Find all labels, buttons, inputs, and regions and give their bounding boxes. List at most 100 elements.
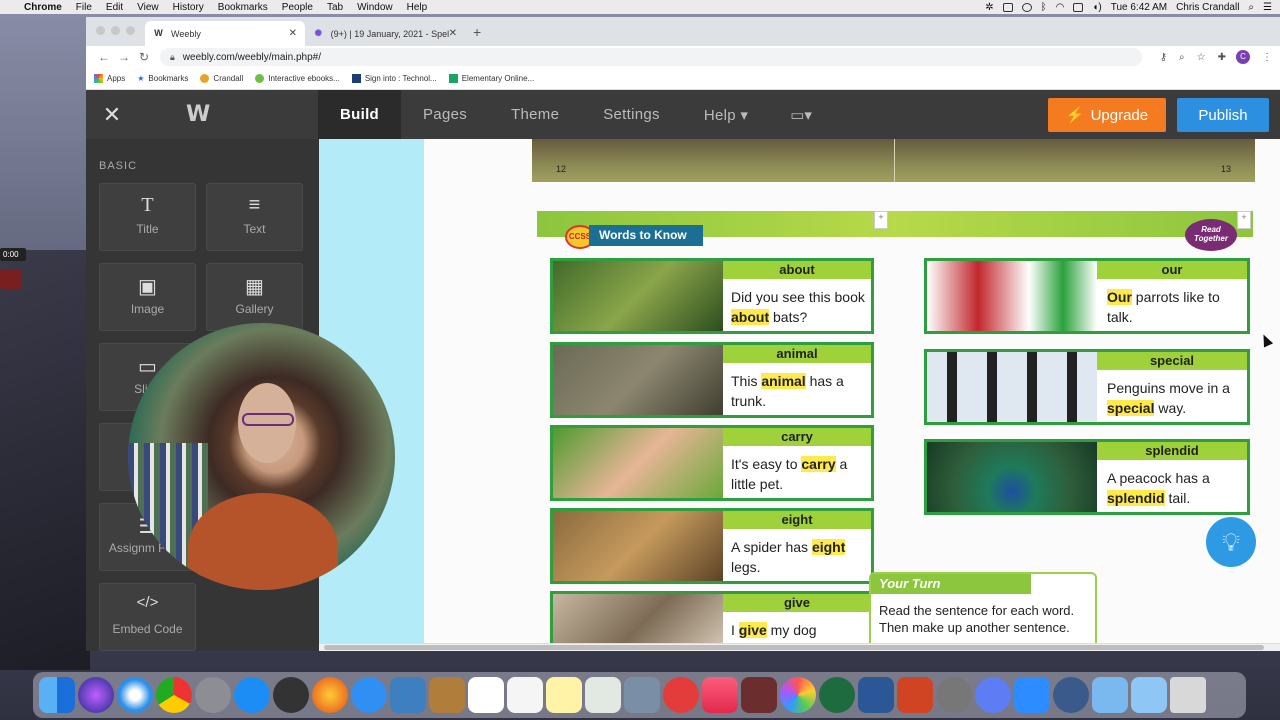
device-preview-icon[interactable]: ▭▾: [770, 106, 832, 124]
photo-booth-icon[interactable]: [741, 677, 777, 713]
weebly-logo-icon[interactable]: W: [138, 102, 318, 127]
gear-status-icon[interactable]: ✲: [985, 2, 993, 13]
clock-text[interactable]: Tue 6:42 AM: [1111, 2, 1167, 13]
card-sentence: Did you see this book about bats?: [731, 289, 865, 325]
close-editor-icon[interactable]: ✕: [86, 102, 138, 128]
notebook-icon[interactable]: [429, 677, 465, 713]
word-icon[interactable]: [858, 677, 894, 713]
bookmark-apps[interactable]: Apps: [94, 74, 125, 83]
bookmark-bookmarks[interactable]: ★ Bookmarks: [137, 74, 188, 83]
menu-view[interactable]: View: [137, 2, 159, 13]
calendar-icon[interactable]: [468, 677, 504, 713]
menu-window[interactable]: Window: [357, 2, 393, 13]
record-stop-button[interactable]: [0, 269, 22, 289]
url-field[interactable]: 🔒︎ weebly.com/weebly/main.php#/: [160, 48, 1142, 66]
bluetooth-icon[interactable]: ᛒ: [1041, 2, 1047, 13]
close-tab-icon[interactable]: ✕: [449, 28, 457, 39]
screen-recorder-icon[interactable]: [975, 677, 1011, 713]
maps-icon[interactable]: [585, 677, 621, 713]
menu-help[interactable]: Help: [407, 2, 428, 13]
nav-help[interactable]: Help ▾: [682, 90, 770, 139]
trash-icon[interactable]: [1170, 677, 1206, 713]
firefox-icon[interactable]: [312, 677, 348, 713]
menu-chrome[interactable]: Chrome: [24, 2, 62, 13]
profile-avatar[interactable]: C: [1236, 50, 1250, 64]
more-menu-icon[interactable]: ⋮: [1262, 52, 1272, 63]
app-status-icon[interactable]: [1002, 2, 1013, 12]
menu-edit[interactable]: Edit: [106, 2, 123, 13]
reminders-icon[interactable]: [507, 677, 543, 713]
zoom-icon[interactable]: [1014, 677, 1050, 713]
preview-icon[interactable]: [390, 677, 426, 713]
control-center-icon[interactable]: ☰: [1263, 2, 1272, 13]
element-title[interactable]: T Title: [99, 183, 196, 251]
menu-people[interactable]: People: [282, 2, 313, 13]
element-embed-code[interactable]: </> Embed Code: [99, 583, 196, 651]
launchpad-icon[interactable]: [195, 677, 231, 713]
time-machine-app-icon[interactable]: [819, 677, 855, 713]
element-text[interactable]: ≡ Text: [206, 183, 303, 251]
safari-icon[interactable]: [117, 677, 153, 713]
applications-folder-icon[interactable]: [1092, 677, 1128, 713]
reload-icon[interactable]: ↻: [134, 50, 154, 64]
element-gallery[interactable]: ▦ Gallery: [206, 263, 303, 331]
page-bookmark-icon[interactable]: +: [1237, 211, 1251, 229]
minimize-window-button[interactable]: [111, 26, 120, 35]
notes-icon[interactable]: [546, 677, 582, 713]
menu-bookmarks[interactable]: Bookmarks: [218, 2, 268, 13]
new-tab-icon[interactable]: +: [465, 24, 489, 46]
time-machine-icon[interactable]: [1021, 2, 1032, 12]
extensions-icon[interactable]: ✚: [1218, 52, 1226, 63]
close-tab-icon[interactable]: ✕: [289, 28, 297, 39]
key-icon[interactable]: ⚷: [1160, 52, 1167, 63]
close-window-button[interactable]: [96, 26, 105, 35]
music-icon[interactable]: [702, 677, 738, 713]
chrome-icon[interactable]: [156, 677, 192, 713]
spotlight-icon[interactable]: ⌕: [1248, 2, 1254, 13]
finder-icon[interactable]: [39, 677, 75, 713]
scrollbar-thumb[interactable]: [324, 645, 1264, 650]
wifi-icon[interactable]: ◠: [1056, 2, 1065, 13]
system-preferences-icon[interactable]: [936, 677, 972, 713]
tab-weebly[interactable]: W Weebly ✕: [145, 21, 305, 46]
star-icon[interactable]: ☆: [1197, 52, 1206, 63]
nav-theme[interactable]: Theme: [489, 90, 581, 139]
bookmark-elementary[interactable]: Elementary Online...: [448, 74, 534, 83]
siri-icon[interactable]: [78, 677, 114, 713]
word-card-give: give I give my dog: [550, 591, 874, 651]
news-icon[interactable]: [663, 677, 699, 713]
lightning-icon: ⚡: [1065, 107, 1085, 124]
user-name[interactable]: Chris Crandall: [1176, 2, 1239, 13]
upgrade-button[interactable]: ⚡ Upgrade: [1048, 98, 1166, 132]
volume-icon[interactable]: ◖): [1092, 2, 1101, 13]
messages-icon[interactable]: [351, 677, 387, 713]
bookmark-crandall[interactable]: Crandall: [200, 74, 243, 83]
zoom-icon[interactable]: ⌕: [1179, 52, 1185, 63]
image-capture-icon[interactable]: [624, 677, 660, 713]
nav-settings[interactable]: Settings: [581, 90, 682, 139]
downloads-folder-icon[interactable]: [1131, 677, 1167, 713]
back-arrow-icon[interactable]: ←: [94, 50, 114, 64]
quicktime-icon[interactable]: [1053, 677, 1089, 713]
element-image[interactable]: ▣ Image: [99, 263, 196, 331]
bookmark-ebooks[interactable]: Interactive ebooks...: [255, 74, 340, 83]
photos-icon[interactable]: [780, 677, 816, 713]
tab-spelling[interactable]: ✺ (9+) | 19 January, 2021 - Spelli ✕: [305, 21, 465, 46]
nav-pages[interactable]: Pages: [401, 90, 489, 139]
forward-arrow-icon[interactable]: →: [114, 50, 134, 64]
airplay-icon[interactable]: [1073, 2, 1084, 12]
activity-monitor-icon[interactable]: [273, 677, 309, 713]
app-store-icon[interactable]: [234, 677, 270, 713]
read-together-badge: Read Together: [1185, 219, 1237, 251]
page-bookmark-icon[interactable]: +: [874, 211, 888, 229]
bookmark-technology[interactable]: Sign into : Technol...: [351, 74, 437, 83]
lightbulb-help-button[interactable]: 💡︎: [1206, 517, 1256, 567]
publish-button[interactable]: Publish: [1177, 98, 1269, 132]
menu-tab[interactable]: Tab: [327, 2, 343, 13]
nav-build[interactable]: Build: [318, 90, 401, 139]
horizontal-scrollbar[interactable]: [319, 643, 1280, 651]
menu-file[interactable]: File: [76, 2, 92, 13]
maximize-window-button[interactable]: [126, 26, 135, 35]
menu-history[interactable]: History: [173, 2, 204, 13]
powerpoint-icon[interactable]: [897, 677, 933, 713]
